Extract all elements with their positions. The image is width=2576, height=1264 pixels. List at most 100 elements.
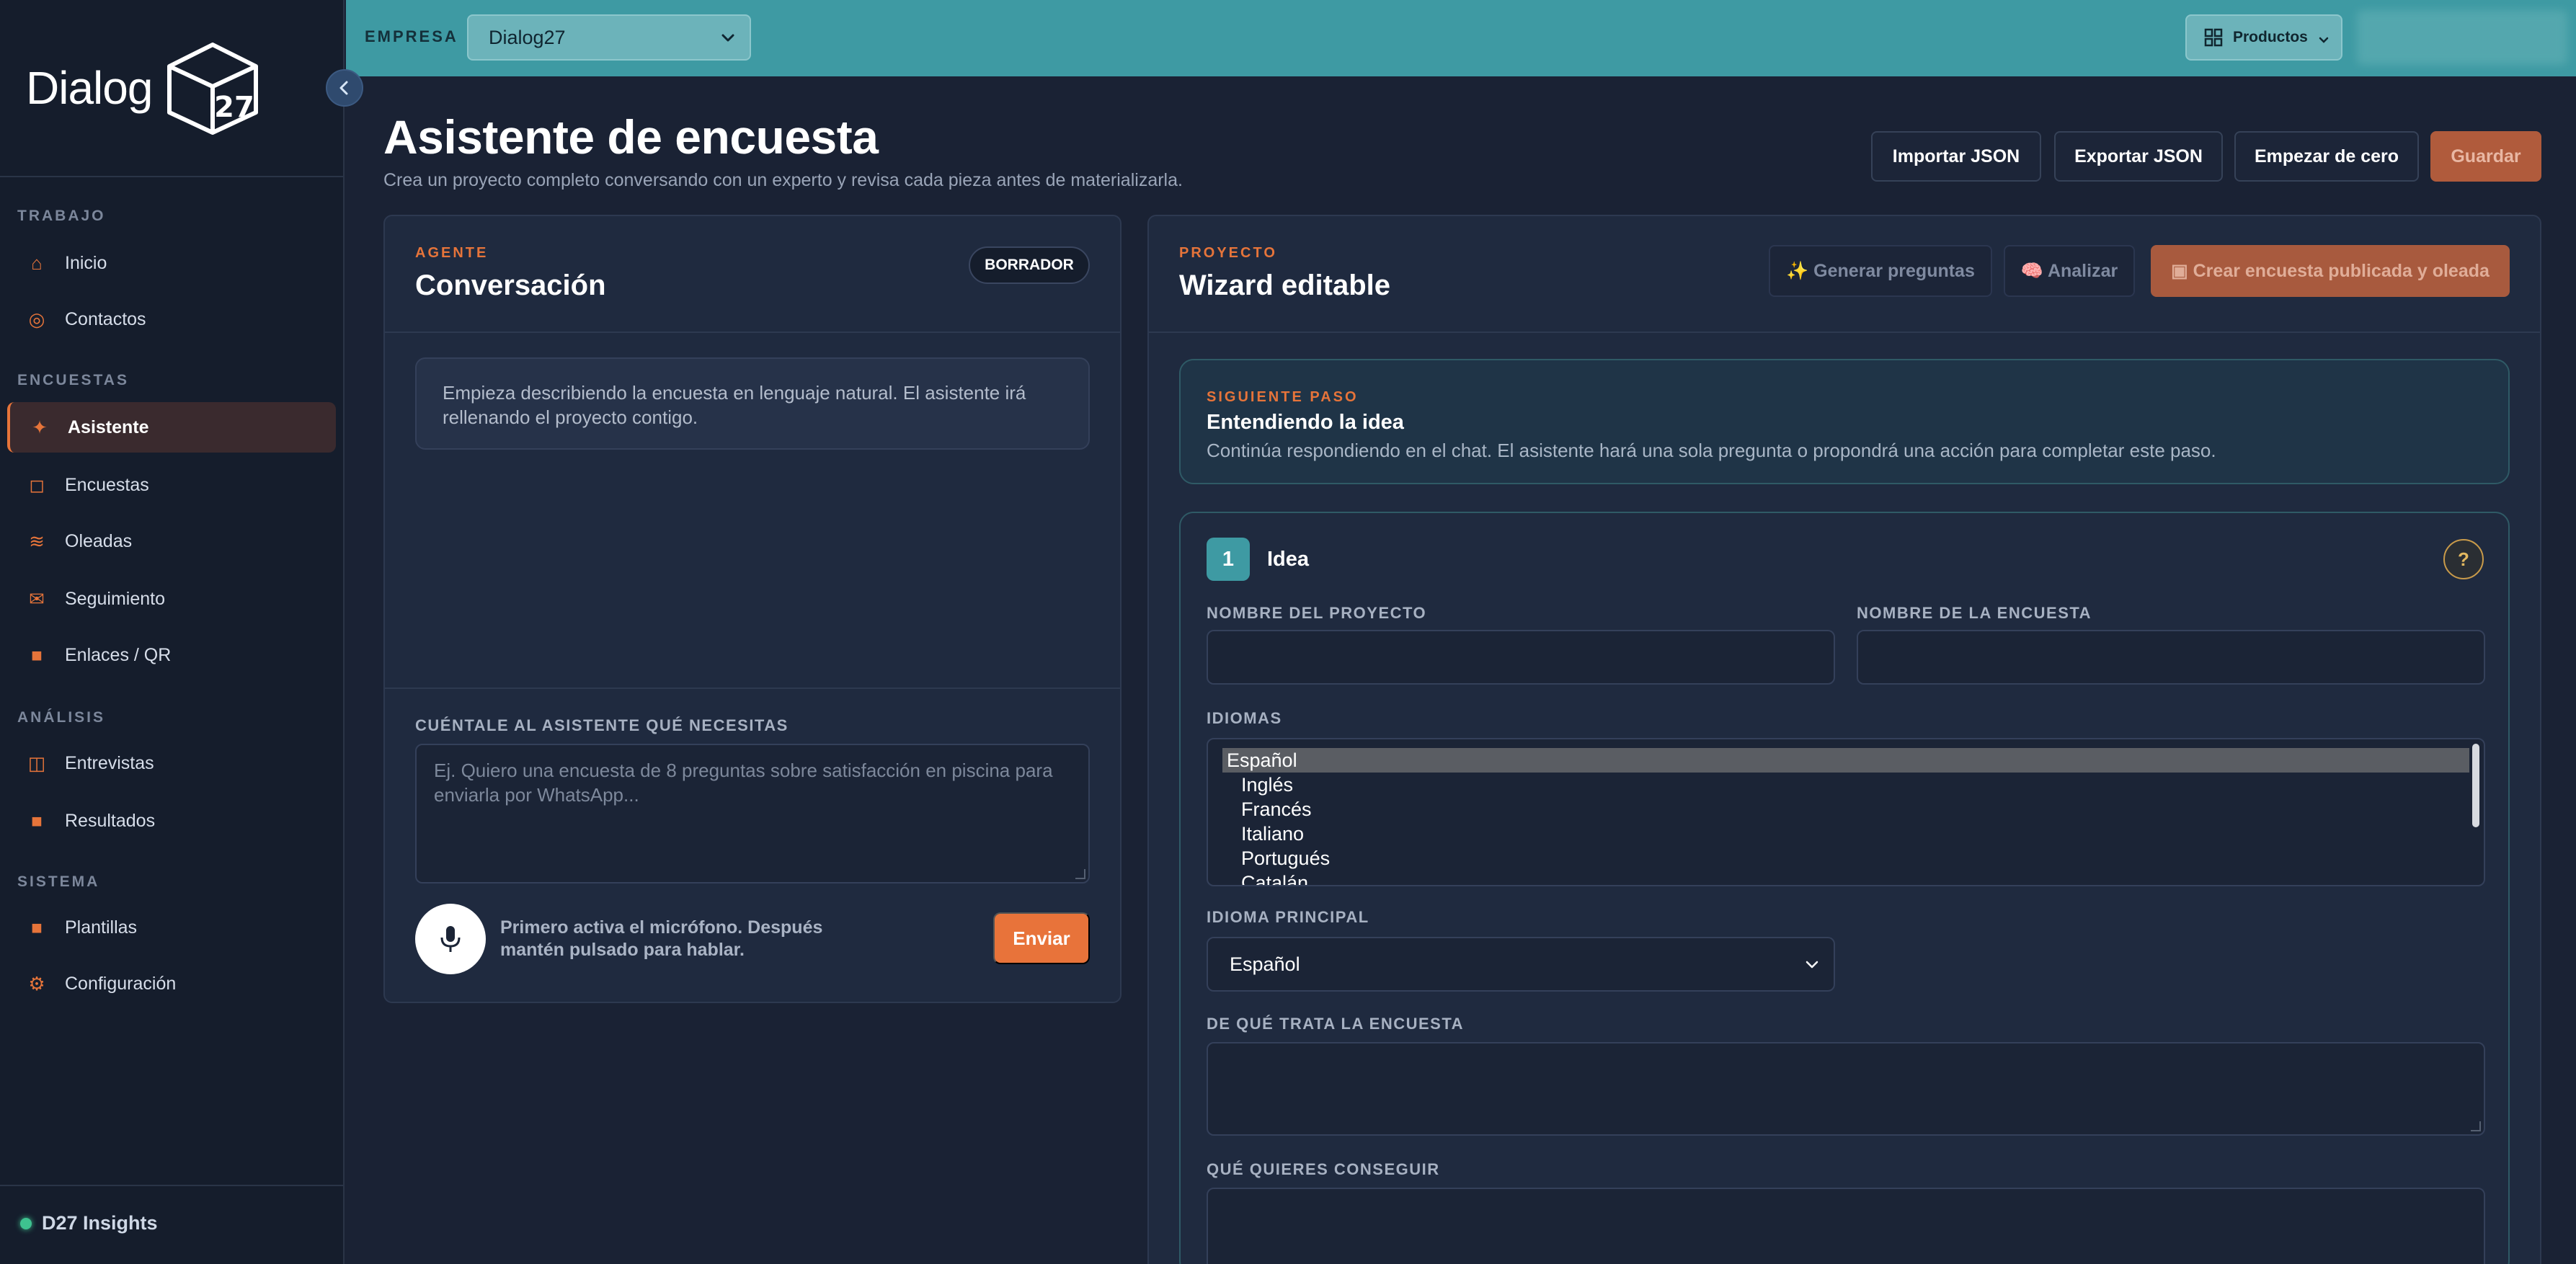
- survey-name-input[interactable]: [1857, 630, 2485, 685]
- cube-logo-icon: 27: [167, 43, 259, 135]
- grid-icon: [2204, 28, 2223, 47]
- language-option[interactable]: Catalán: [1222, 871, 2469, 885]
- topbar: EMPRESA Dialog27 Productos: [346, 0, 2576, 76]
- agent-eyebrow: AGENTE: [415, 245, 489, 261]
- sidebar-footer-divider: [0, 1185, 345, 1186]
- sidebar-divider: [0, 176, 345, 177]
- agent-message-input[interactable]: Ej. Quiero una encuesta de 8 preguntas s…: [415, 744, 1090, 884]
- sidebar-item-encuestas[interactable]: ◻ Encuestas: [7, 460, 336, 510]
- logo-text: Dialog: [26, 62, 153, 114]
- chevron-down-icon: [2319, 37, 2329, 43]
- generate-questions-button[interactable]: ✨ Generar preguntas: [1769, 245, 1992, 297]
- sidebar-item-label: Configuración: [65, 973, 177, 994]
- sidebar-item-entrevistas[interactable]: ◫ Entrevistas: [7, 738, 336, 788]
- survey-name-label: NOMBRE DE LA ENCUESTA: [1857, 604, 2092, 622]
- save-button[interactable]: Guardar: [2430, 131, 2541, 182]
- project-name-input[interactable]: [1207, 630, 1835, 685]
- language-option[interactable]: Francés: [1222, 797, 2469, 822]
- next-step-eyebrow: SIGUIENTE PASO: [1207, 389, 1359, 405]
- create-survey-button[interactable]: ▣ Crear encuesta publicada y oleada: [2151, 245, 2510, 297]
- sidebar-item-label: Seguimiento: [65, 588, 165, 609]
- sidebar-collapse-button[interactable]: [326, 69, 363, 107]
- sidebar-item-oleadas[interactable]: ≋ Oleadas: [7, 516, 336, 566]
- sidebar: Dialog 27 TRABAJO ⌂ Inicio ◎ Contactos E…: [0, 0, 345, 1264]
- sidebar-item-label: Resultados: [65, 810, 156, 831]
- page-subtitle: Crea un proyecto completo conversando co…: [383, 170, 1183, 190]
- import-json-button[interactable]: Importar JSON: [1871, 131, 2041, 182]
- home-icon: ⌂: [31, 252, 43, 274]
- nav-section-analisis: ANÁLISIS: [17, 709, 106, 726]
- wave-icon: ≋: [29, 530, 45, 552]
- resize-handle-icon[interactable]: [1075, 869, 1085, 879]
- sidebar-item-contactos[interactable]: ◎ Contactos: [7, 294, 336, 344]
- project-name-label: NOMBRE DEL PROYECTO: [1207, 604, 1427, 622]
- languages-label: IDIOMAS: [1207, 709, 1282, 727]
- empresa-label: EMPRESA: [365, 27, 458, 45]
- target-icon: ◎: [28, 308, 45, 330]
- qr-icon: ■: [31, 644, 43, 666]
- wizard-panel-title: Wizard editable: [1179, 270, 1391, 301]
- agent-input-label: CUÉNTALE AL ASISTENTE QUÉ NECESITAS: [415, 716, 789, 734]
- microphone-button[interactable]: [415, 904, 486, 974]
- chevron-down-icon: [721, 34, 734, 42]
- agent-message-placeholder: Ej. Quiero una encuesta de 8 preguntas s…: [434, 760, 1053, 806]
- mail-icon: ✉: [29, 587, 45, 610]
- about-textarea[interactable]: [1207, 1042, 2485, 1136]
- step-number-badge: 1: [1207, 538, 1250, 581]
- productos-label: Productos: [2233, 29, 2308, 45]
- export-json-button[interactable]: Exportar JSON: [2054, 131, 2223, 182]
- sidebar-item-label: Contactos: [65, 308, 146, 329]
- microphone-icon: [440, 926, 461, 952]
- sidebar-item-resultados[interactable]: ■ Resultados: [7, 796, 336, 846]
- logo-number: 27: [215, 91, 255, 124]
- language-option[interactable]: Portugués: [1222, 846, 2469, 871]
- sidebar-item-label: Asistente: [68, 417, 149, 437]
- results-icon: ■: [31, 809, 43, 832]
- brand-footer-label: D27 Insights: [42, 1212, 158, 1234]
- sidebar-item-configuracion[interactable]: ⚙ Configuración: [7, 958, 336, 1009]
- next-step-description: Continúa respondiendo en el chat. El asi…: [1207, 440, 2216, 461]
- sidebar-item-inicio[interactable]: ⌂ Inicio: [7, 238, 336, 288]
- resize-handle-icon[interactable]: [2471, 1121, 2481, 1131]
- gear-icon: ⚙: [28, 972, 45, 994]
- sidebar-item-label: Oleadas: [65, 530, 133, 551]
- agent-input-divider: [385, 687, 1120, 689]
- productos-button[interactable]: Productos: [2185, 14, 2342, 61]
- sidebar-item-enlaces[interactable]: ■ Enlaces / QR: [7, 630, 336, 680]
- sidebar-item-seguimiento[interactable]: ✉ Seguimiento: [7, 574, 336, 624]
- main-language-label: IDIOMA PRINCIPAL: [1207, 908, 1369, 926]
- language-option[interactable]: Inglés: [1222, 773, 2469, 797]
- sidebar-item-label: Encuestas: [65, 474, 149, 495]
- main-language-value: Español: [1230, 953, 1300, 975]
- sidebar-item-plantillas[interactable]: ■ Plantillas: [7, 902, 336, 953]
- wizard-header-divider: [1149, 331, 2540, 333]
- sidebar-item-label: Inicio: [65, 252, 107, 273]
- chevron-left-icon: [339, 81, 348, 95]
- listbox-scrollbar[interactable]: [2472, 744, 2479, 827]
- reset-button[interactable]: Empezar de cero: [2234, 131, 2419, 182]
- empresa-select[interactable]: Dialog27: [467, 14, 751, 61]
- sidebar-item-asistente[interactable]: ✦ Asistente: [7, 402, 336, 453]
- about-label: DE QUÉ TRATA LA ENCUESTA: [1207, 1015, 1465, 1033]
- nav-section-sistema: SISTEMA: [17, 873, 100, 890]
- logo[interactable]: Dialog 27: [26, 40, 262, 135]
- assistant-hint-message: Empieza describiendo la encuesta en leng…: [415, 357, 1090, 450]
- analyze-button[interactable]: 🧠 Analizar: [2004, 245, 2135, 297]
- step-card-idea: 1 Idea ? NOMBRE DEL PROYECTO NOMBRE DE L…: [1179, 512, 2510, 1264]
- language-option[interactable]: Español: [1222, 748, 2469, 773]
- sparkle-icon: ✦: [32, 416, 48, 438]
- language-option[interactable]: Italiano: [1222, 822, 2469, 846]
- brand-footer: D27 Insights: [20, 1212, 158, 1234]
- interview-icon: ◫: [27, 752, 46, 774]
- user-menu[interactable]: [2357, 10, 2567, 65]
- goal-textarea[interactable]: [1207, 1188, 2485, 1264]
- nav-section-trabajo: TRABAJO: [17, 208, 106, 224]
- goal-label: QUÉ QUIERES CONSEGUIR: [1207, 1160, 1440, 1178]
- next-step-title: Entendiendo la idea: [1207, 411, 1404, 434]
- main-language-select[interactable]: Español: [1207, 937, 1835, 992]
- help-button[interactable]: ?: [2443, 539, 2484, 579]
- languages-listbox[interactable]: Español Inglés Francés Italiano Portugué…: [1207, 738, 2485, 886]
- chevron-down-icon: [1806, 961, 1818, 969]
- microphone-hint: Primero activa el micrófono. Después man…: [500, 917, 823, 960]
- send-button[interactable]: Enviar: [993, 912, 1090, 964]
